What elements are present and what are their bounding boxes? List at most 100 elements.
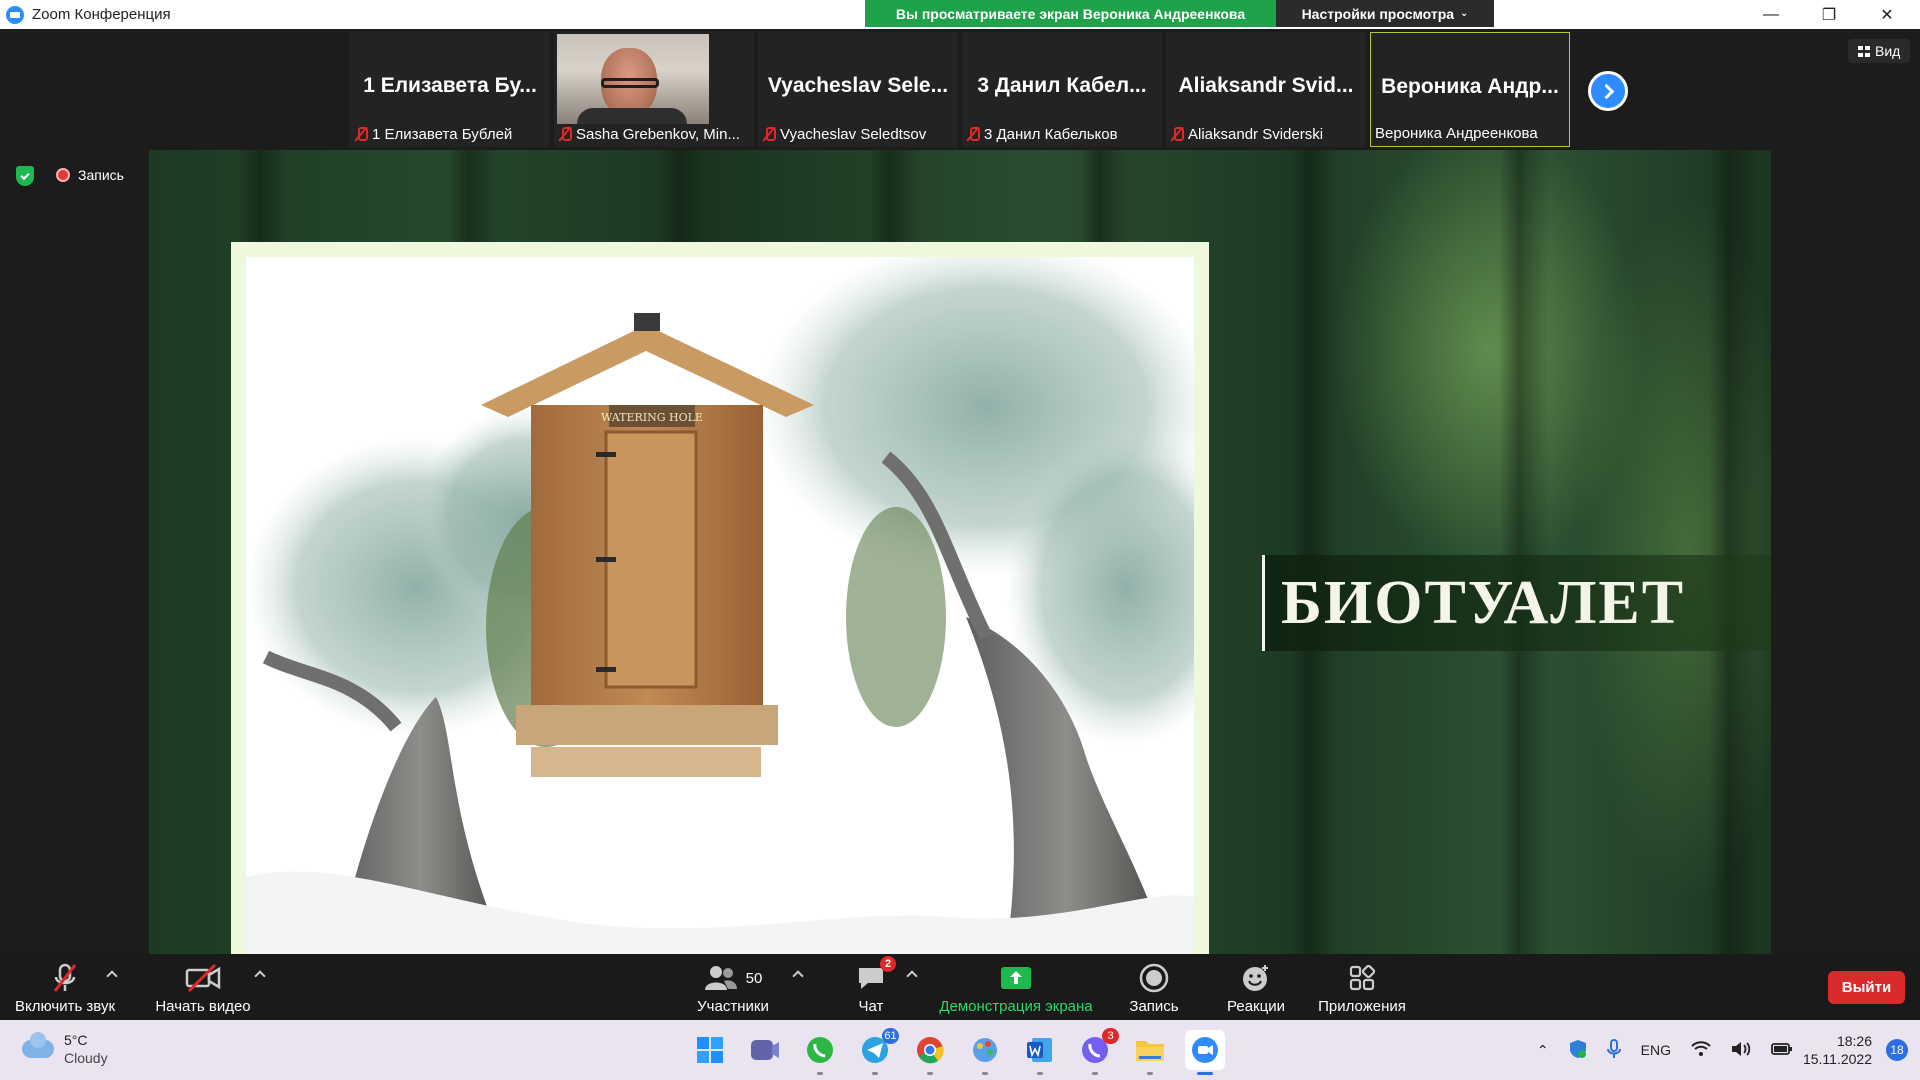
mic-muted-icon xyxy=(1170,126,1184,142)
clock-time: 18:26 xyxy=(1836,1033,1872,1049)
taskbar-viber[interactable]: 3 xyxy=(1075,1028,1119,1075)
taskbar-file-explorer[interactable] xyxy=(1130,1030,1170,1075)
taskbar-zoom[interactable] xyxy=(1185,1030,1225,1075)
taskbar-teams[interactable] xyxy=(745,1030,785,1070)
slide-image: WATERING HOLE xyxy=(246,257,1194,954)
participant-tile[interactable]: Aliaksandr Svid... Aliaksandr Sviderski xyxy=(1166,32,1366,147)
participant-tile[interactable]: Sasha Grebenkov, Min... xyxy=(554,32,754,147)
clock-date: 15.11.2022 xyxy=(1802,1051,1872,1067)
view-settings-label: Настройки просмотра xyxy=(1301,5,1455,22)
start-button[interactable] xyxy=(690,1030,730,1070)
chrome-icon xyxy=(917,1037,944,1064)
mic-muted-icon xyxy=(762,126,776,142)
taskbar-paint[interactable] xyxy=(965,1030,1005,1075)
participant-tile[interactable]: Vyacheslav Sele... Vyacheslav Seledtsov xyxy=(758,32,958,147)
reactions-button[interactable]: Реакции xyxy=(1216,954,1296,1020)
weather-widget[interactable]: 5°C Cloudy xyxy=(22,1031,108,1067)
taskbar-chrome[interactable] xyxy=(910,1030,950,1075)
record-label: Запись xyxy=(1129,998,1179,1015)
participants-options-caret-icon[interactable] xyxy=(792,970,804,982)
microphone-icon[interactable] xyxy=(1606,1038,1621,1062)
meeting-area: 1 Елизавета Бу... 1 Елизавета Бублей Sas… xyxy=(0,29,1920,954)
taskbar-whatsapp[interactable] xyxy=(800,1030,840,1075)
reactions-label: Реакции xyxy=(1227,998,1285,1015)
participant-label-text: 1 Елизавета Бублей xyxy=(372,125,513,143)
chat-badge: 2 xyxy=(880,956,896,972)
folder-icon xyxy=(1136,1041,1164,1061)
view-button[interactable]: Вид xyxy=(1848,39,1911,63)
participant-display-name: Aliaksandr Svid... xyxy=(1178,74,1354,97)
chevron-down-icon: ⌄ xyxy=(1460,8,1469,19)
chevron-right-icon xyxy=(1598,83,1614,99)
zoom-icon xyxy=(1192,1037,1218,1063)
view-settings-button[interactable]: Настройки просмотра ⌄ xyxy=(1276,0,1494,27)
shared-screen: WATERING HOLE БИОТУАЛЕТ xyxy=(149,150,1771,954)
next-page-button[interactable] xyxy=(1588,71,1628,111)
minimize-button[interactable]: — xyxy=(1748,0,1794,29)
participants-count: 50 xyxy=(745,969,763,987)
volume-icon[interactable] xyxy=(1731,1041,1751,1060)
system-tray: ⌃ ENG 18:26 15.11.2022 18 xyxy=(1527,1020,1920,1080)
taskbar-apps: 61 3 xyxy=(690,1028,1225,1075)
participant-display-name: 1 Елизавета Бу... xyxy=(363,74,537,97)
participant-display-name: 3 Данил Кабел... xyxy=(977,74,1147,97)
shield-icon[interactable] xyxy=(16,166,34,186)
mic-muted-icon xyxy=(558,126,572,142)
weather-temperature: 5°C xyxy=(64,1032,88,1048)
start-video-button[interactable]: Начать видео xyxy=(148,954,258,1020)
close-button[interactable]: ✕ xyxy=(1864,0,1910,29)
unmute-button[interactable]: Включить звук xyxy=(10,954,120,1020)
participant-display-name: Vyacheslav Sele... xyxy=(767,74,949,97)
apps-label: Приложения xyxy=(1318,998,1406,1015)
share-screen-button[interactable]: Демонстрация экрана xyxy=(930,954,1102,1020)
weather-condition: Cloudy xyxy=(64,1050,108,1066)
participant-label: Sasha Grebenkov, Min... xyxy=(558,124,750,144)
restore-button[interactable]: ❐ xyxy=(1806,0,1852,29)
security-tray-icon[interactable] xyxy=(1569,1039,1587,1062)
viber-badge: 3 xyxy=(1102,1028,1119,1044)
taskbar-word[interactable] xyxy=(1020,1030,1060,1075)
telegram-badge: 61 xyxy=(882,1028,899,1044)
recording-label: Запись xyxy=(78,167,124,183)
participant-label-text: Вероника Андреенкова xyxy=(1375,124,1538,142)
clock[interactable]: 18:26 15.11.2022 xyxy=(1803,1032,1872,1068)
notification-badge[interactable]: 18 xyxy=(1886,1039,1908,1061)
chat-options-caret-icon[interactable] xyxy=(906,970,918,982)
recording-indicator[interactable]: Запись xyxy=(56,167,124,183)
participant-display-name: Вероника Андр... xyxy=(1381,75,1559,98)
smiley-icon xyxy=(1241,962,1271,994)
share-screen-icon xyxy=(1000,962,1032,994)
battery-icon[interactable] xyxy=(1771,1042,1793,1059)
participants-button[interactable]: 50 Участники xyxy=(688,954,778,1020)
wifi-icon[interactable] xyxy=(1691,1040,1711,1060)
chat-label: Чат xyxy=(858,998,884,1015)
language-indicator[interactable]: ENG xyxy=(1641,1042,1671,1058)
participant-label: 1 Елизавета Бублей xyxy=(354,124,546,144)
chat-button[interactable]: 2 Чат xyxy=(836,954,906,1020)
participant-label-text: Sasha Grebenkov, Min... xyxy=(576,125,740,143)
participant-label-text: Vyacheslav Seledtsov xyxy=(780,125,927,143)
video-chat-icon xyxy=(751,1040,779,1060)
leave-button[interactable]: Выйти xyxy=(1828,971,1905,1004)
taskbar-telegram[interactable]: 61 xyxy=(855,1028,899,1075)
participant-tile-active-speaker[interactable]: Вероника Андр... Вероника Андреенкова xyxy=(1370,32,1570,147)
apps-icon xyxy=(1348,962,1376,994)
participant-label: Aliaksandr Sviderski xyxy=(1170,124,1362,144)
windows-taskbar: 5°C Cloudy 61 3 ⌃ ENG 18:26 15.11.2022 1… xyxy=(0,1020,1920,1080)
video-off-icon xyxy=(185,962,221,994)
apps-button[interactable]: Приложения xyxy=(1310,954,1414,1020)
meeting-toolbar: Включить звук Начать видео 50 Участники … xyxy=(0,954,1920,1020)
slide-title-bar: БИОТУАЛЕТ xyxy=(1262,555,1771,651)
participant-video xyxy=(557,34,709,124)
participant-tile[interactable]: 3 Данил Кабел... 3 Данил Кабельков xyxy=(962,32,1162,147)
title-bar: Zoom Конференция Вы просматриваете экран… xyxy=(0,0,1920,29)
chevron-up-icon[interactable]: ⌃ xyxy=(1537,1042,1549,1059)
mic-muted-icon xyxy=(966,126,980,142)
participants-icon xyxy=(704,966,737,990)
record-button[interactable]: Запись xyxy=(1118,954,1190,1020)
record-icon xyxy=(1139,962,1169,994)
zoom-logo-icon xyxy=(6,5,24,24)
participant-label-text: Aliaksandr Sviderski xyxy=(1188,125,1324,143)
participant-tile[interactable]: 1 Елизавета Бу... 1 Елизавета Бублей xyxy=(350,32,550,147)
slide-title: БИОТУАЛЕТ xyxy=(1281,568,1686,637)
